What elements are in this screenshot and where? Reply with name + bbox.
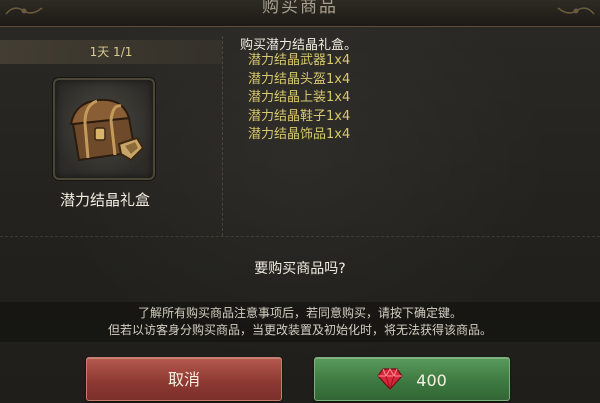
title-bar: 购买商品 bbox=[0, 0, 600, 27]
duration-label: 1天 1/1 bbox=[0, 40, 222, 64]
price-label: 400 bbox=[416, 370, 447, 390]
purchase-notice: 了解所有购买商品注意事项后，若同意购买，请按下确定键。 但若以访客身分购买商品，… bbox=[0, 302, 600, 342]
list-item: 潜力结晶上装1x4 bbox=[248, 90, 351, 105]
description-panel: 购买潜力结晶礼盒。 潜力结晶武器1x4 潜力结晶头盔1x4 潜力结晶上装1x4 … bbox=[222, 30, 600, 236]
cancel-button[interactable]: 取消 bbox=[86, 357, 282, 401]
description-title: 购买潜力结晶礼盒。 bbox=[240, 38, 358, 53]
item-panel: 1天 1/1 潜力结晶礼盒 bbox=[0, 36, 223, 236]
buy-button[interactable]: 400 bbox=[314, 357, 510, 401]
treasure-chest-icon bbox=[69, 98, 145, 162]
list-item: 潜力结晶武器1x4 bbox=[248, 53, 351, 68]
contents-list: 潜力结晶武器1x4 潜力结晶头盔1x4 潜力结晶上装1x4 潜力结晶鞋子1x4 … bbox=[248, 52, 350, 145]
confirm-question: 要购买商品吗? bbox=[254, 261, 346, 277]
list-item: 潜力结晶鞋子1x4 bbox=[248, 108, 351, 124]
item-name: 潜力结晶礼盒 bbox=[59, 191, 150, 209]
dialog-title: 购买商品 bbox=[262, 0, 338, 17]
purchase-dialog: 购买商品 1天 1/1 潜力结晶礼盒 购买潜力结晶礼盒。 潜力结晶武器1x4 潜… bbox=[0, 0, 600, 403]
ruby-gem-icon bbox=[377, 367, 403, 390]
divider bbox=[0, 236, 600, 238]
ornament-icon bbox=[557, 7, 595, 15]
notice-line: 了解所有购买商品注意事项后，若同意购买，请按下确定键。 bbox=[137, 306, 462, 320]
list-item: 潜力结晶头盔1x4 bbox=[248, 71, 351, 87]
notice-line: 但若以访客身分购买商品，当更改装置及初始化时，将无法获得该商品。 bbox=[107, 323, 492, 337]
item-slot[interactable] bbox=[53, 78, 155, 180]
list-item: 潜力结晶饰品1x4 bbox=[248, 127, 351, 142]
